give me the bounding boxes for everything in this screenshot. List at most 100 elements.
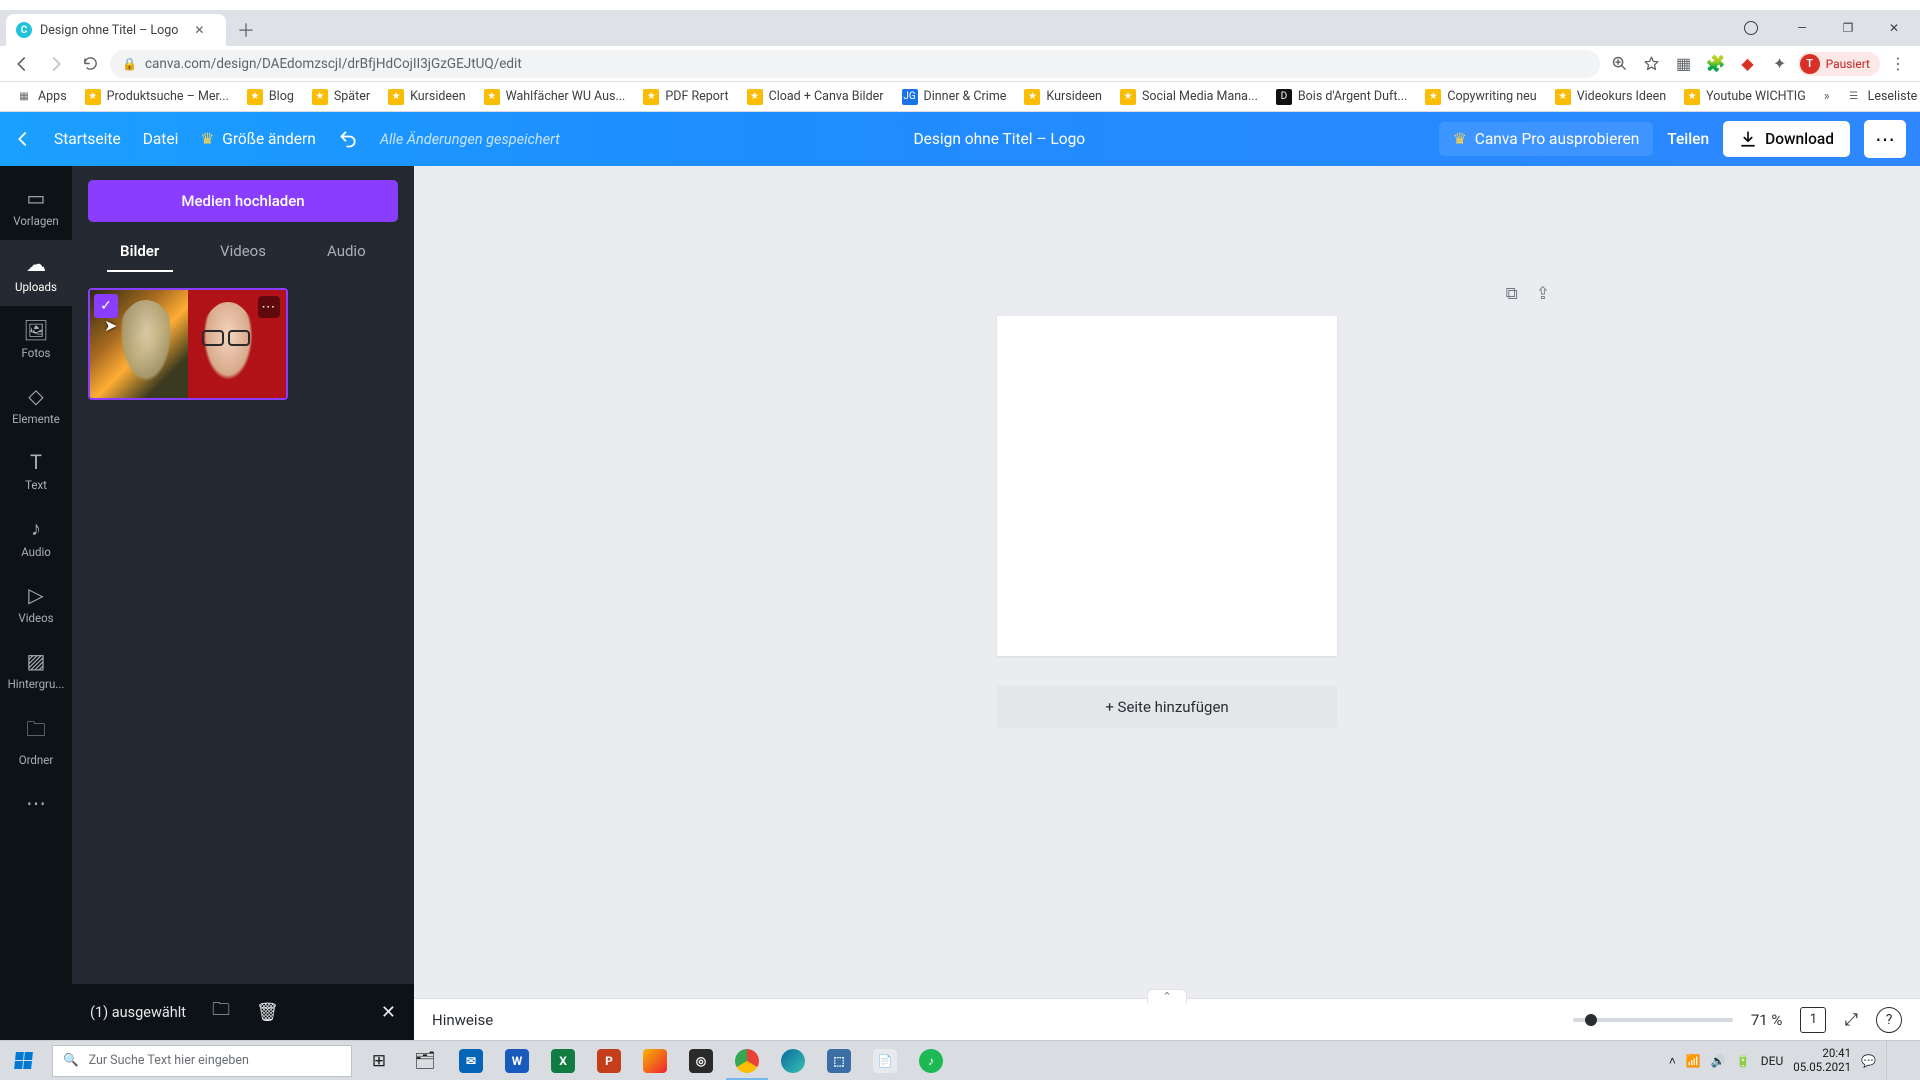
try-pro-button[interactable]: ♛Canva Pro ausprobieren	[1439, 122, 1653, 156]
rail-elements[interactable]: ◇Elemente	[0, 372, 72, 438]
tab-images[interactable]: Bilder	[88, 232, 191, 272]
taskbar-search[interactable]: 🔍 Zur Suche Text hier eingeben	[52, 1045, 352, 1077]
battery-icon[interactable]: 🔋	[1736, 1054, 1751, 1068]
notes-expand-caret[interactable]: ⌃	[1147, 989, 1187, 1003]
bookmark-item[interactable]: ★Videokurs Ideen	[1547, 85, 1674, 109]
rail-folders[interactable]: 🗀Ordner	[0, 703, 72, 779]
word-icon[interactable]: W	[494, 1041, 540, 1080]
share-page-icon[interactable]: ⇪	[1536, 284, 1550, 304]
chrome-menu-icon[interactable]: ⋮	[1884, 50, 1912, 78]
bookmark-item[interactable]: ★Wahlfächer WU Aus...	[476, 85, 634, 109]
bookmark-item[interactable]: DBois d'Argent Duft...	[1268, 85, 1415, 109]
notification-icon[interactable]: 💬	[1861, 1054, 1876, 1068]
bookmark-item[interactable]: ★Copywriting neu	[1417, 85, 1544, 109]
new-tab-button[interactable]: ＋	[232, 16, 260, 44]
nav-back-button[interactable]	[8, 50, 36, 78]
window-maximize-button[interactable]: ❐	[1826, 13, 1870, 43]
fullscreen-icon[interactable]: ⤢	[1844, 1010, 1858, 1030]
zoom-slider[interactable]	[1573, 1018, 1733, 1022]
share-button[interactable]: Teilen	[1667, 130, 1709, 148]
bookmark-item[interactable]: ★Youtube WICHTIG	[1676, 85, 1814, 109]
page-indicator[interactable]: 1	[1800, 1007, 1826, 1033]
add-page-button[interactable]: + Seite hinzufügen	[997, 686, 1337, 728]
profile-chip[interactable]: T Pausiert	[1798, 52, 1880, 76]
rail-more[interactable]: ⋯	[0, 779, 72, 827]
sound-icon[interactable]: 🔊	[1711, 1054, 1726, 1068]
nav-back-icon[interactable]	[14, 130, 32, 148]
bookmarks-apps[interactable]: ▦Apps	[8, 85, 75, 109]
bookmark-item[interactable]: ★Später	[304, 85, 378, 109]
design-page[interactable]	[997, 316, 1337, 656]
help-icon[interactable]: ?	[1876, 1007, 1902, 1033]
resize-menu[interactable]: ♛Größe ändern	[200, 130, 315, 148]
task-view-icon[interactable]: ⊞	[356, 1041, 402, 1080]
extension-icon-1[interactable]: 🧩	[1702, 50, 1730, 78]
close-selection-icon[interactable]: ✕	[381, 1002, 396, 1023]
bookmark-item[interactable]: JGDinner & Crime	[894, 85, 1015, 109]
chrome-icon[interactable]	[724, 1041, 770, 1080]
extensions-puzzle-icon[interactable]: ✦	[1766, 50, 1794, 78]
home-link[interactable]: Startseite	[54, 130, 121, 148]
nav-reload-button[interactable]	[76, 50, 104, 78]
language-indicator[interactable]: DEU	[1761, 1054, 1783, 1068]
bookmark-item[interactable]: ★Social Media Mana...	[1112, 85, 1266, 109]
upload-thumbnail-selected[interactable]: ✓ ⋯ ➤	[88, 288, 288, 400]
file-menu[interactable]: Datei	[143, 130, 179, 148]
reading-list[interactable]: ☰Leseliste	[1838, 85, 1920, 109]
address-bar[interactable]: 🔒 canva.com/design/DAEdomzscjI/drBfjHdCo…	[110, 50, 1600, 78]
extension-icon-2[interactable]: ◆	[1734, 50, 1762, 78]
browser-tab-active[interactable]: C Design ohne Titel – Logo ✕	[6, 14, 226, 46]
duplicate-page-icon[interactable]: ⧉	[1506, 284, 1518, 304]
bookmark-item[interactable]: ★Kursideen	[380, 85, 474, 109]
move-to-folder-icon[interactable]: 🗀	[212, 997, 230, 1027]
app-icon-2[interactable]: ⬚	[816, 1041, 862, 1080]
nav-forward-button[interactable]	[42, 50, 70, 78]
design-title[interactable]: Design ohne Titel – Logo	[578, 130, 1421, 148]
file-explorer-icon[interactable]: 🗂	[402, 1041, 448, 1080]
bookmark-item[interactable]: ★Produktsuche – Mer...	[77, 85, 237, 109]
rail-videos[interactable]: ▷Videos	[0, 571, 72, 637]
more-menu-button[interactable]: ⋯	[1864, 120, 1906, 158]
wifi-icon[interactable]: 📶	[1686, 1054, 1701, 1068]
zoom-handle[interactable]	[1585, 1014, 1597, 1026]
tray-chevron-icon[interactable]: ˄	[1669, 1054, 1676, 1068]
spotify-icon[interactable]: ♪	[908, 1041, 954, 1080]
zoom-percent[interactable]: 71 %	[1751, 1011, 1783, 1029]
bookmark-item[interactable]: ★Cload + Canva Bilder	[739, 85, 892, 109]
start-button[interactable]	[0, 1041, 48, 1080]
thumbnail-more-icon[interactable]: ⋯	[258, 296, 280, 318]
edge-icon[interactable]	[770, 1041, 816, 1080]
taskbar-clock[interactable]: 20:41 05.05.2021	[1793, 1047, 1851, 1073]
undo-button[interactable]	[338, 129, 358, 149]
rail-templates[interactable]: ▭Vorlagen	[0, 174, 72, 240]
window-close-button[interactable]: ✕	[1872, 13, 1916, 43]
rail-text[interactable]: TText	[0, 438, 72, 504]
selection-check-icon[interactable]: ✓	[94, 294, 118, 318]
mail-icon[interactable]: ✉	[448, 1041, 494, 1080]
bookmarks-overflow-icon[interactable]: »	[1818, 89, 1836, 104]
tab-audio[interactable]: Audio	[295, 232, 398, 272]
tab-videos[interactable]: Videos	[191, 232, 294, 272]
zoom-icon[interactable]	[1606, 50, 1634, 78]
download-button[interactable]: Download	[1723, 121, 1850, 157]
upload-media-button[interactable]: Medien hochladen	[88, 180, 398, 222]
window-minimize-button[interactable]: —	[1780, 13, 1824, 43]
powerpoint-icon[interactable]: P	[586, 1041, 632, 1080]
hints-label[interactable]: Hinweise	[432, 1011, 493, 1029]
canvas-area[interactable]: ⧉ ⇪ + Seite hinzufügen ⌃ Hinweise 71 % 1…	[414, 166, 1920, 1040]
rail-background[interactable]: ▨Hintergru...	[0, 637, 72, 703]
bookmark-item[interactable]: ★Kursideen	[1016, 85, 1110, 109]
app-icon[interactable]	[632, 1041, 678, 1080]
notepad-icon[interactable]: 📄	[862, 1041, 908, 1080]
rail-photos[interactable]: 🖼Fotos	[0, 306, 72, 372]
delete-icon[interactable]: 🗑	[256, 1002, 279, 1023]
excel-icon[interactable]: X	[540, 1041, 586, 1080]
account-circle-icon[interactable]	[1744, 21, 1758, 35]
rail-audio[interactable]: ♪Audio	[0, 504, 72, 571]
obs-icon[interactable]: ◎	[678, 1041, 724, 1080]
qr-icon[interactable]: ▦	[1670, 50, 1698, 78]
show-desktop-button[interactable]	[1886, 1041, 1920, 1080]
bookmark-star-icon[interactable]	[1638, 50, 1666, 78]
bookmark-item[interactable]: ★Blog	[239, 85, 302, 109]
close-tab-icon[interactable]: ✕	[192, 23, 206, 37]
